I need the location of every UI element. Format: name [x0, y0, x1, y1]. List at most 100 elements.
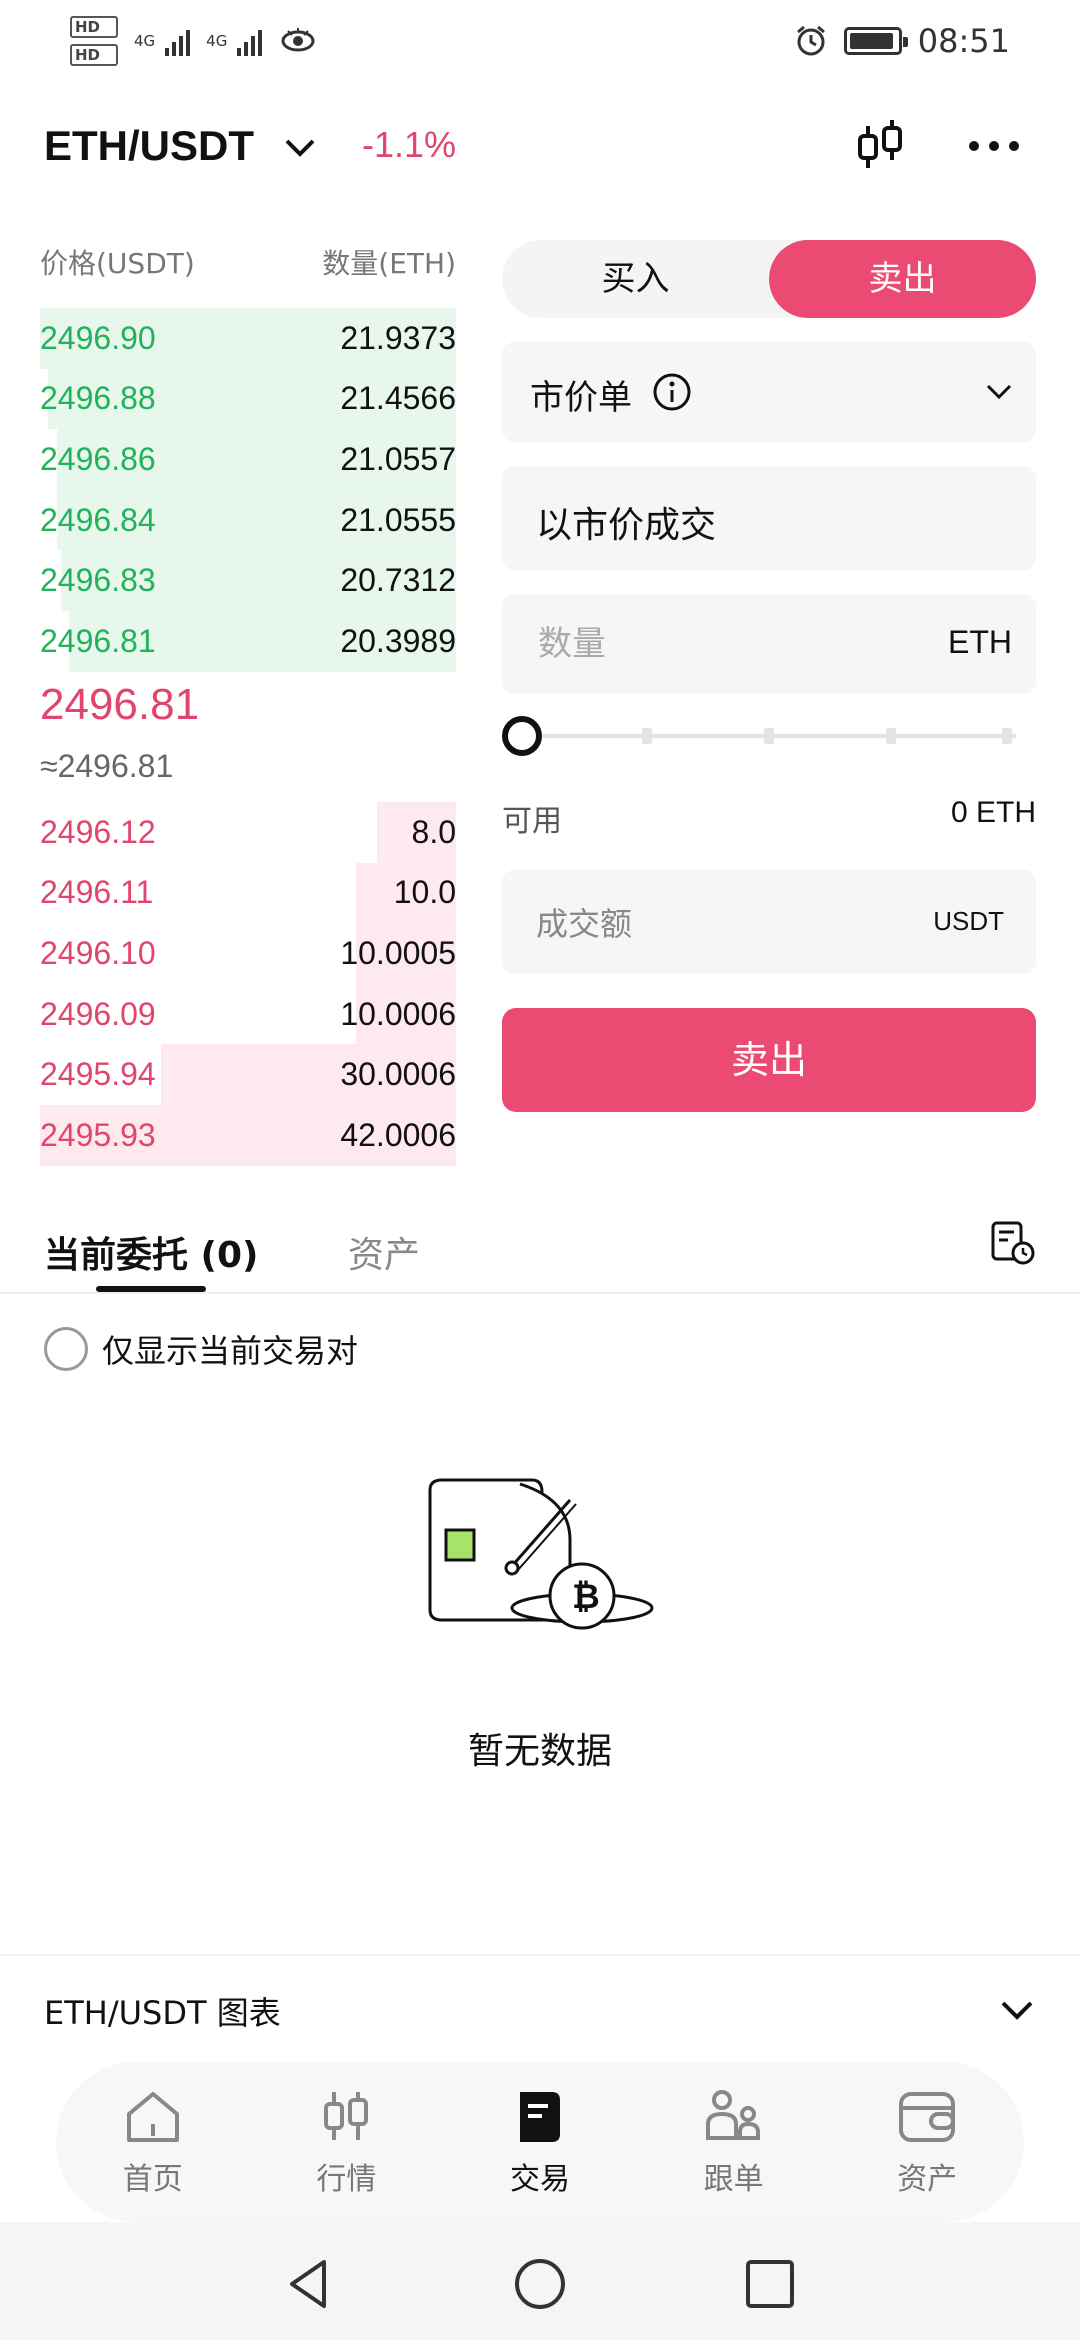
order-history-icon[interactable] — [990, 1220, 1036, 1266]
alarm-icon — [796, 25, 825, 56]
bid-list: 2496.12 8.0 2496.11 10.0 2496.10 10.0005 2496.… — [40, 802, 456, 1166]
slider-tick[interactable] — [1002, 728, 1012, 744]
row-quantity: 21.4566 — [340, 380, 456, 417]
status-bar: HD HD 4G 4G 08:51 — [0, 0, 1080, 90]
chevron-down-icon — [986, 384, 1012, 400]
amount-input[interactable] — [536, 900, 836, 948]
chart-expander[interactable]: ETH/USDT 图表 — [0, 1954, 1080, 2058]
orders-tabs: 当前委托 (0) 资产 — [0, 1210, 1080, 1294]
orderbook-row[interactable]: 2496.10 10.0005 — [40, 923, 456, 984]
more-icon[interactable] — [964, 126, 1024, 166]
orderbook-row[interactable]: 2496.81 20.3989 — [40, 610, 456, 672]
sell-button[interactable]: 卖出 — [502, 1008, 1036, 1112]
slider-tick[interactable] — [764, 728, 774, 744]
tab-indicator — [96, 1286, 206, 1292]
row-quantity: 8.0 — [411, 813, 456, 850]
amount-unit: USDT — [933, 906, 1004, 936]
order-type-select[interactable]: 市价单 — [502, 342, 1036, 442]
quantity-field: ETH — [502, 594, 1036, 694]
row-quantity: 20.3989 — [340, 622, 456, 659]
row-quantity: 10.0006 — [340, 995, 456, 1032]
sell-tab[interactable]: 卖出 — [769, 240, 1036, 318]
empty-wallet-illustration: ₿ — [428, 1478, 654, 1630]
hd-badge: HD — [70, 44, 118, 66]
nav-assets[interactable]: 资产 — [830, 2062, 1024, 2222]
orderbook-row[interactable]: 2496.09 10.0006 — [40, 983, 456, 1045]
last-price-approx: ≈2496.81 — [40, 748, 174, 784]
orderbook-row[interactable]: 2496.12 8.0 — [40, 802, 456, 863]
row-price: 2496.84 — [40, 501, 156, 538]
price-change: -1.1% — [362, 124, 457, 165]
row-quantity: 21.0557 — [340, 440, 456, 477]
back-icon[interactable] — [280, 2256, 336, 2312]
network-type: 4G — [206, 32, 228, 50]
row-price: 2496.88 — [40, 380, 156, 417]
nav-copy-trade[interactable]: 跟单 — [637, 2062, 831, 2222]
slider-tick[interactable] — [642, 728, 652, 744]
available-value: 0 ETH — [950, 796, 1036, 829]
orderbook-row[interactable]: 2496.83 20.7312 — [40, 550, 456, 611]
tab-open-orders[interactable]: 当前委托 (0) — [44, 1226, 259, 1278]
current-pair-filter[interactable]: 仅显示当前交易对 — [44, 1326, 358, 1372]
chevron-down-icon — [1001, 2001, 1033, 2020]
row-quantity: 21.9373 — [340, 319, 456, 356]
status-right: 08:51 — [794, 22, 1010, 60]
tab-assets[interactable]: 资产 — [348, 1226, 420, 1278]
pair-selector[interactable]: ETH/USDT — [44, 122, 254, 170]
market-icon — [324, 2092, 369, 2140]
last-price: 2496.81 — [40, 680, 200, 729]
signal-icon — [165, 26, 191, 56]
nav-market[interactable]: 行情 — [250, 2062, 444, 2222]
bottom-nav: 首页 行情 交易 跟单 资产 — [56, 2062, 1024, 2222]
hd-indicators: HD HD — [70, 16, 118, 66]
quantity-column-header: 数量(ETH) — [322, 247, 456, 280]
quantity-input[interactable] — [538, 620, 838, 668]
orderbook-row[interactable]: 2496.88 21.4566 — [40, 368, 456, 430]
eye-icon — [281, 28, 315, 52]
filter-label: 仅显示当前交易对 — [102, 1332, 359, 1370]
nav-home[interactable]: 首页 — [56, 2062, 250, 2222]
orderbook-row[interactable]: 2496.90 21.9373 — [40, 308, 456, 369]
copy-trade-icon — [705, 2090, 760, 2140]
row-quantity: 10.0 — [393, 874, 456, 911]
wallet-icon — [899, 2092, 956, 2142]
buy-tab[interactable]: 买入 — [502, 240, 769, 318]
orderbook-row[interactable]: 2496.86 21.0557 — [40, 429, 456, 490]
row-price: 2495.93 — [40, 1116, 156, 1153]
quantity-unit: ETH — [948, 624, 1012, 660]
svg-text:₿: ₿ — [572, 1577, 600, 1617]
home-button-icon[interactable] — [512, 2256, 568, 2312]
hd-badge: HD — [70, 16, 118, 38]
slider-tick[interactable] — [886, 728, 896, 744]
nav-trade[interactable]: 交易 — [443, 2062, 637, 2222]
orderbook-row[interactable]: 2495.93 42.0006 — [40, 1104, 456, 1166]
row-price: 2496.86 — [40, 440, 156, 477]
chevron-down-icon[interactable] — [282, 130, 318, 166]
row-price: 2496.81 — [40, 622, 156, 659]
nav-label: 首页 — [122, 2162, 183, 2197]
nav-label: 资产 — [897, 2162, 958, 2197]
quantity-slider[interactable] — [502, 716, 1016, 756]
row-price: 2496.90 — [40, 319, 156, 356]
market-price-field: 以市价成交 — [502, 466, 1036, 570]
recents-icon[interactable] — [742, 2256, 798, 2312]
battery-icon — [843, 27, 908, 55]
filter-checkbox[interactable] — [44, 1327, 88, 1371]
orderbook-row[interactable]: 2496.84 21.0555 — [40, 489, 456, 551]
row-quantity: 10.0005 — [340, 934, 456, 971]
empty-state-text: 暂无数据 — [467, 1731, 612, 1772]
available-label: 可用 — [502, 804, 562, 839]
orderbook-header: 价格(USDT) 数量(ETH) — [40, 242, 456, 282]
amount-field: USDT — [502, 870, 1036, 974]
row-quantity: 20.7312 — [340, 562, 456, 599]
row-quantity: 30.0006 — [340, 1056, 456, 1093]
info-icon[interactable] — [652, 372, 692, 412]
price-column-header: 价格(USDT) — [40, 247, 195, 280]
chart-expander-label: ETH/USDT 图表 — [44, 1994, 281, 2032]
status-left: HD HD 4G 4G — [70, 16, 316, 66]
slider-handle[interactable] — [502, 716, 542, 756]
candlestick-chart-icon[interactable] — [850, 116, 910, 176]
orderbook-row[interactable]: 2496.11 10.0 — [40, 862, 456, 924]
orderbook-row[interactable]: 2495.94 30.0006 — [40, 1044, 456, 1105]
row-price: 2496.10 — [40, 934, 156, 971]
